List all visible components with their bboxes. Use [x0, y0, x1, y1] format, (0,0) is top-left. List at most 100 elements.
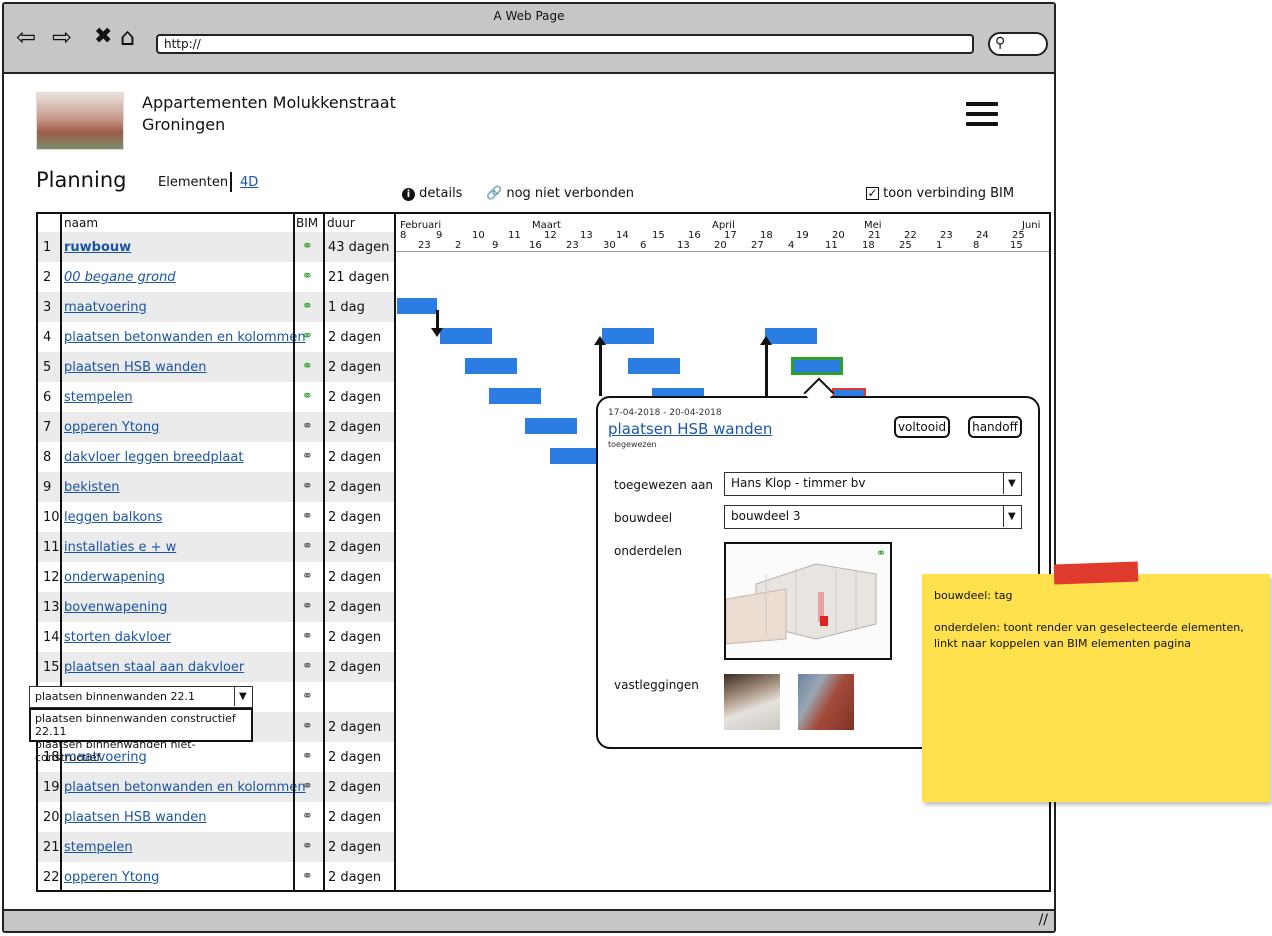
- chain-link-icon[interactable]: ⚭: [302, 839, 318, 855]
- chevron-down-icon[interactable]: ▼: [1003, 473, 1021, 494]
- table-row[interactable]: 8 dakvloer leggen breedplaat ⚭ 2 dagen: [38, 442, 394, 472]
- task-name-link[interactable]: 00 begane grond: [64, 270, 176, 285]
- task-name-link[interactable]: dakvloer leggen breedplaat: [64, 450, 243, 465]
- linked-icon[interactable]: ⚭: [302, 359, 318, 375]
- task-name-link[interactable]: stempelen: [64, 840, 133, 855]
- task-name-link[interactable]: opperen Ytong: [64, 870, 159, 885]
- linked-icon[interactable]: ⚭: [302, 299, 318, 315]
- task-name-link[interactable]: storten dakvloer: [64, 630, 171, 645]
- table-row[interactable]: 9 bekisten ⚭ 2 dagen: [38, 472, 394, 502]
- home-icon[interactable]: ⌂: [120, 24, 135, 50]
- chain-link-icon[interactable]: ⚭: [302, 719, 318, 735]
- gantt-month-label: Juni: [1022, 220, 1041, 231]
- linked-icon[interactable]: ⚭: [302, 329, 318, 345]
- linked-icon[interactable]: ⚭: [302, 389, 318, 405]
- task-name-link[interactable]: leggen balkons: [64, 510, 162, 525]
- task-title-link[interactable]: plaatsen HSB wanden: [608, 420, 772, 438]
- search-field[interactable]: ⚲: [988, 32, 1048, 56]
- back-icon[interactable]: ⇦: [16, 24, 36, 50]
- chain-link-icon[interactable]: ⚭: [302, 569, 318, 585]
- record-photo-1[interactable]: [724, 674, 780, 730]
- stop-icon[interactable]: ✖: [94, 24, 112, 50]
- chain-link-icon[interactable]: ⚭: [302, 659, 318, 675]
- option-niet-constructief[interactable]: plaatsen binnenwanden niet-constructief: [35, 738, 247, 764]
- task-name-link[interactable]: plaatsen staal aan dakvloer: [64, 660, 244, 675]
- table-row[interactable]: 15 plaatsen staal aan dakvloer ⚭ 2 dagen: [38, 652, 394, 682]
- tab-elementen[interactable]: Elementen: [158, 175, 228, 190]
- gantt-bar-selected[interactable]: [791, 357, 843, 375]
- task-name-link[interactable]: plaatsen HSB wanden: [64, 810, 206, 825]
- table-row[interactable]: 2 00 begane grond ⚭ 21 dagen: [38, 262, 394, 292]
- resize-grip-icon[interactable]: //: [1039, 912, 1048, 928]
- chain-link-icon[interactable]: ⚭: [302, 539, 318, 555]
- task-name-link[interactable]: bekisten: [64, 480, 120, 495]
- record-photo-2[interactable]: [798, 674, 854, 730]
- table-row[interactable]: 6 stempelen ⚭ 2 dagen: [38, 382, 394, 412]
- chain-link-icon[interactable]: ⚭: [302, 509, 318, 525]
- linked-icon[interactable]: ⚭: [302, 269, 318, 285]
- table-row[interactable]: 13 bovenwapening ⚭ 2 dagen: [38, 592, 394, 622]
- chain-link-icon[interactable]: ⚭: [302, 869, 318, 885]
- chain-link-icon[interactable]: ⚭: [302, 449, 318, 465]
- linked-icon[interactable]: ⚭: [876, 546, 886, 560]
- table-row[interactable]: 20 plaatsen HSB wanden ⚭ 2 dagen: [38, 802, 394, 832]
- chevron-down-icon[interactable]: ▼: [1003, 506, 1021, 527]
- complete-button[interactable]: voltooid: [894, 416, 950, 438]
- show-bim-toggle[interactable]: ✓ toon verbinding BIM: [866, 186, 1014, 201]
- task-name-link[interactable]: ruwbouw: [64, 240, 131, 255]
- task-name-link[interactable]: stempelen: [64, 390, 133, 405]
- table-row[interactable]: 10 leggen balkons ⚭ 2 dagen: [38, 502, 394, 532]
- task-name-link[interactable]: bovenwapening: [64, 600, 167, 615]
- table-row[interactable]: 4 plaatsen betonwanden en kolommen ⚭ 2 dage…: [38, 322, 394, 352]
- table-row[interactable]: 12 onderwapening ⚭ 2 dagen: [38, 562, 394, 592]
- task-name-link[interactable]: plaatsen betonwanden en kolommen: [64, 330, 306, 345]
- tab-4d[interactable]: 4D: [240, 175, 258, 190]
- option-constructief[interactable]: plaatsen binnenwanden constructief 22.11: [35, 712, 247, 738]
- table-row[interactable]: 3 maatvoering ⚭ 1 dag: [38, 292, 394, 322]
- table-row[interactable]: 19 plaatsen betonwanden en kolommen ⚭ 2 dag…: [38, 772, 394, 802]
- part-select[interactable]: bouwdeel 3 ▼: [724, 505, 1022, 529]
- task-name-link[interactable]: plaatsen HSB wanden: [64, 360, 206, 375]
- address-bar[interactable]: http://: [156, 34, 974, 54]
- table-row[interactable]: 14 storten dakvloer ⚭ 2 dagen: [38, 622, 394, 652]
- gantt-bar[interactable]: [765, 328, 817, 344]
- table-row[interactable]: 11 installaties e + w ⚭ 2 dagen: [38, 532, 394, 562]
- gantt-bar[interactable]: [440, 328, 492, 344]
- not-linked-filter[interactable]: 🔗 nog niet verbonden: [486, 186, 634, 201]
- task-select-row16[interactable]: plaatsen binnenwanden 22.1 ▼: [29, 686, 253, 708]
- details-button[interactable]: i details: [402, 186, 462, 201]
- linked-icon[interactable]: ⚭: [302, 239, 318, 255]
- checkbox-checked-icon[interactable]: ✓: [866, 187, 879, 200]
- gantt-bar[interactable]: [397, 298, 437, 314]
- table-row[interactable]: 22 opperen Ytong ⚭ 2 dagen: [38, 862, 394, 890]
- gantt-bar[interactable]: [465, 358, 517, 374]
- chain-link-icon[interactable]: ⚭: [302, 419, 318, 435]
- task-name-link[interactable]: plaatsen betonwanden en kolommen: [64, 780, 306, 795]
- forward-icon[interactable]: ⇨: [52, 24, 72, 50]
- task-name-link[interactable]: opperen Ytong: [64, 420, 159, 435]
- chain-link-icon[interactable]: ⚭: [302, 479, 318, 495]
- gantt-bar[interactable]: [550, 448, 602, 464]
- chain-link-icon[interactable]: ⚭: [302, 599, 318, 615]
- gantt-bar[interactable]: [628, 358, 680, 374]
- chain-link-icon[interactable]: ⚭: [302, 809, 318, 825]
- gantt-bar[interactable]: [489, 388, 541, 404]
- task-name-link[interactable]: onderwapening: [64, 570, 165, 585]
- gantt-bar[interactable]: [602, 328, 654, 344]
- menu-icon[interactable]: [966, 102, 998, 132]
- handoff-button[interactable]: handoff: [968, 416, 1022, 438]
- chain-link-icon[interactable]: ⚭: [302, 779, 318, 795]
- chevron-down-icon[interactable]: ▼: [234, 687, 252, 706]
- task-name-link[interactable]: maatvoering: [64, 300, 147, 315]
- bim-render-image[interactable]: ⚭: [724, 542, 892, 660]
- table-row[interactable]: 1 ruwbouw ⚭ 43 dagen: [38, 232, 394, 262]
- chain-link-icon[interactable]: ⚭: [302, 749, 318, 765]
- chain-link-icon[interactable]: ⚭: [302, 629, 318, 645]
- task-name-link[interactable]: installaties e + w: [64, 540, 176, 555]
- assigned-select[interactable]: Hans Klop - timmer bv ▼: [724, 472, 1022, 496]
- table-row[interactable]: 5 plaatsen HSB wanden ⚭ 2 dagen: [38, 352, 394, 382]
- table-row[interactable]: 21 stempelen ⚭ 2 dagen: [38, 832, 394, 862]
- gantt-bar[interactable]: [525, 418, 577, 434]
- chain-link-icon[interactable]: ⚭: [302, 689, 318, 705]
- table-row[interactable]: 7 opperen Ytong ⚭ 2 dagen: [38, 412, 394, 442]
